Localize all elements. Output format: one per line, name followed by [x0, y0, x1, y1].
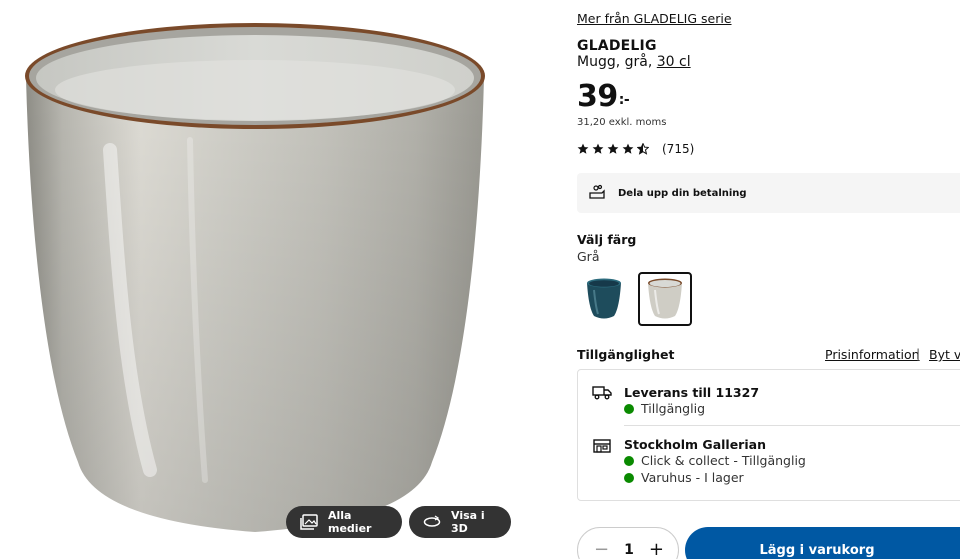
delivery-row[interactable]: Leverans till 11327 Tillgänglig	[578, 370, 960, 425]
status-dot	[624, 455, 634, 466]
price-ex-vat: 31,20 exkl. moms	[577, 117, 667, 128]
view-3d-button[interactable]: Visa i 3D	[409, 506, 511, 538]
rating-count: (715)	[662, 142, 695, 156]
grey-mug-thumbnail	[648, 278, 682, 319]
all-media-button[interactable]: Alla medier	[286, 506, 402, 538]
decrease-quantity-button[interactable]: −	[594, 541, 609, 559]
star-icon	[622, 143, 634, 154]
product-description: Mugg, grå, 30 cl	[577, 54, 691, 70]
rotate-3d-icon	[423, 515, 441, 529]
store-status-collect: Click & collect - Tillgänglig	[624, 453, 806, 468]
product-brand: GLADELIG	[577, 38, 657, 54]
half-star-icon	[637, 143, 649, 155]
truck-icon	[592, 384, 612, 404]
status-dot	[624, 472, 634, 483]
view-3d-label: Visa i 3D	[451, 509, 485, 535]
product-price: 39:-	[577, 79, 630, 115]
delivery-title: Leverans till 11327	[624, 385, 760, 400]
color-selected: Grå	[577, 249, 600, 264]
store-status-stock: Varuhus - I lager	[624, 470, 744, 485]
description-text: Mugg, grå,	[577, 54, 653, 70]
quantity-stepper[interactable]: − 1 +	[577, 527, 679, 559]
delivery-status: Tillgänglig	[624, 401, 705, 416]
availability-heading: Tillgänglighet	[577, 347, 675, 362]
payment-banner[interactable]: Dela upp din betalning	[577, 173, 960, 213]
add-to-cart-label: Lägg i varukorg	[759, 542, 875, 558]
link-separator: |	[916, 346, 921, 361]
color-heading: Välj färg	[577, 232, 637, 247]
price-info-link[interactable]: Prisinformation	[825, 347, 920, 362]
payment-icon	[588, 184, 606, 203]
price-suffix: :-	[618, 92, 630, 108]
add-to-cart-button[interactable]: Lägg i varukorg	[685, 527, 960, 559]
blue-mug-thumbnail	[587, 278, 621, 319]
product-image[interactable]	[0, 0, 540, 559]
series-link[interactable]: Mer från GLADELIG serie	[577, 11, 732, 26]
price-main: 39	[577, 79, 618, 114]
gallery-icon	[300, 514, 318, 530]
increase-quantity-button[interactable]: +	[649, 541, 664, 559]
size-link[interactable]: 30 cl	[657, 54, 691, 70]
delivery-status-text: Tillgänglig	[641, 401, 706, 416]
color-swatch-grey-selected[interactable]	[638, 272, 692, 326]
product-media: Alla medier Visa i 3D	[0, 0, 540, 559]
star-icon	[577, 143, 589, 154]
quantity-value: 1	[624, 542, 634, 558]
star-icon	[592, 143, 604, 154]
status-dot	[624, 403, 634, 414]
store-status-1-text: Click & collect - Tillgänglig	[641, 453, 806, 468]
star-icon	[607, 143, 619, 154]
payment-label: Dela upp din betalning	[618, 187, 747, 199]
store-icon	[592, 437, 612, 457]
availability-box: Leverans till 11327 Tillgänglig Stockhol…	[577, 369, 960, 501]
store-row[interactable]: Stockholm Gallerian Click & collect - Ti…	[578, 426, 960, 502]
color-swatch-blue[interactable]	[577, 272, 631, 326]
store-title: Stockholm Gallerian	[624, 437, 766, 452]
change-store-link[interactable]: Byt va	[929, 347, 960, 362]
store-status-2-text: Varuhus - I lager	[641, 470, 744, 485]
product-panel: Mer från GLADELIG serie GLADELIG Mugg, g…	[577, 0, 960, 559]
rating[interactable]: (715)	[577, 142, 694, 156]
all-media-label: Alla medier	[328, 509, 372, 535]
